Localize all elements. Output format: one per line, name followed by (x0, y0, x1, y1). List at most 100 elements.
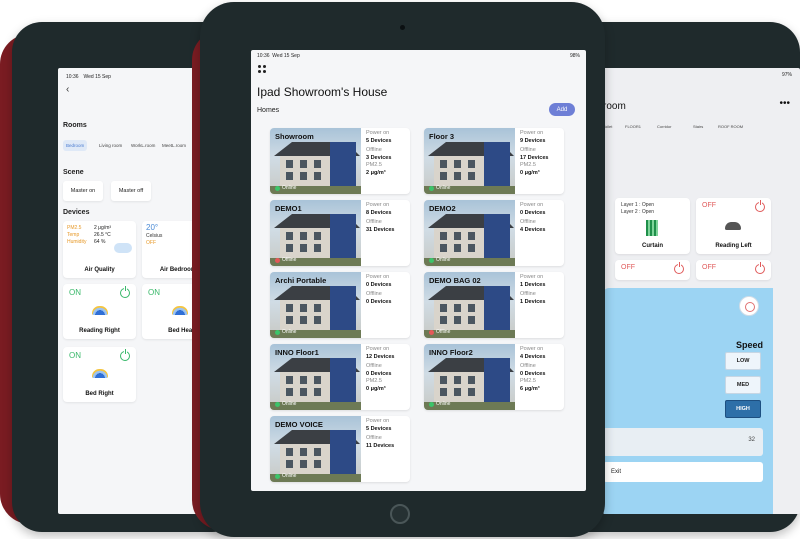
value-bar[interactable]: 32 (603, 428, 763, 456)
room-tab-work[interactable]: WorkL.room (128, 140, 158, 151)
house-image: DEMO1 Offline (270, 200, 361, 266)
air-bedroom-unit: Celsius (146, 233, 163, 239)
pm-label: PM2.5 (366, 378, 382, 384)
home-offline-value: 0 Devices (366, 371, 392, 377)
home-card[interactable]: DEMO VOICE Online Power on 5 Devices Off… (270, 416, 410, 482)
room-tab-bedroom[interactable]: Bedroom (63, 140, 88, 151)
bed-right-card[interactable]: ON Bed Right (63, 347, 136, 402)
room-tab-roof-room[interactable]: ROOF ROOM (718, 124, 743, 129)
home-power-value: 1 Devices (520, 282, 546, 288)
home-card[interactable]: Archi Portable Online Power on 0 Devices… (270, 272, 410, 338)
home-name: DEMO2 (429, 204, 456, 213)
home-card[interactable]: INNO Floor1 Online Power on 12 Devices O… (270, 344, 410, 410)
air-bedroom-temp: 20° (146, 223, 159, 232)
home-card[interactable]: INNO Floor2 Online Power on 4 Devices Of… (424, 344, 564, 410)
device-card-off-b[interactable]: OFF (696, 260, 771, 280)
home-card[interactable]: DEMO1 Offline Power on 8 Devices Offline… (270, 200, 410, 266)
grid-menu-icon[interactable] (258, 65, 267, 74)
home-name: DEMO VOICE (275, 420, 323, 429)
offline-label: Offline (366, 291, 382, 297)
air-quality-card[interactable]: PM2.5 Temp Humidity 2 μg/m³ 26.5 °C 64 %… (63, 221, 136, 278)
house-image: Floor 3 Online (424, 128, 515, 194)
speed-high-button[interactable]: HIGH (725, 400, 761, 418)
aq-pm-value: 2 μg/m³ (94, 225, 112, 231)
page-title: Ipad Showroom's House (257, 85, 388, 99)
offline-label: Offline (520, 363, 536, 369)
value-readout: 32 (748, 437, 755, 443)
power-icon[interactable] (120, 349, 130, 361)
home-button[interactable] (390, 504, 410, 524)
scene-master-off-button[interactable]: Master off (111, 181, 151, 201)
status-dot-icon (429, 185, 434, 191)
room-tab-living[interactable]: Living room (96, 140, 125, 151)
status-dot-icon (275, 473, 280, 479)
home-pm-value: 6 μg/m³ (520, 386, 540, 392)
device-off-b-state: OFF (702, 264, 716, 271)
reading-right-name: Reading Right (79, 328, 120, 334)
center-screen: 10:36 Wed 15 Sep 98% Ipad Showroom's Hou… (251, 50, 586, 491)
left-date: Wed 15 Sep (83, 74, 111, 80)
center-battery: 98% (569, 53, 580, 59)
panel-power-icon[interactable] (739, 296, 759, 316)
aq-pm-label: PM2.5 (67, 225, 82, 231)
home-stats: Power on 8 Devices Offline 31 Devices (366, 202, 408, 234)
home-stats: Power on 5 Devices Offline 11 Devices (366, 418, 408, 450)
center-status-bar: 10:36 Wed 15 Sep 98% (251, 50, 586, 62)
power-icon[interactable] (755, 200, 765, 212)
room-tab-stairs[interactable]: Stairs (693, 124, 703, 129)
home-name: INNO Floor2 (429, 348, 473, 357)
pm-label: PM2.5 (520, 162, 536, 168)
home-card[interactable]: DEMO BAG 02 Offline Power on 1 Devices O… (424, 272, 564, 338)
house-image: INNO Floor1 Online (270, 344, 361, 410)
reading-left-state: OFF (702, 202, 716, 209)
lamp-icon (172, 306, 188, 315)
home-card[interactable]: Floor 3 Online Power on 9 Devices Offlin… (424, 128, 564, 194)
home-power-value: 9 Devices (520, 138, 546, 144)
power-icon[interactable] (755, 262, 765, 274)
home-status-text: Online (436, 401, 451, 407)
home-name: Archi Portable (275, 276, 327, 285)
aq-temp-value: 26.5 °C (94, 232, 111, 238)
more-menu-icon[interactable]: ••• (779, 98, 790, 109)
scene-master-on-button[interactable]: Master on (63, 181, 103, 201)
reading-left-name: Reading Left (715, 243, 752, 249)
add-home-button[interactable]: Add (549, 103, 575, 116)
status-dot-icon (275, 329, 280, 335)
home-offline-value: 0 Devices (366, 299, 392, 305)
aq-labels: PM2.5 Temp Humidity (67, 225, 86, 246)
home-power-value: 5 Devices (366, 138, 392, 144)
reading-right-card[interactable]: ON Reading Right (63, 284, 136, 339)
home-card[interactable]: DEMO2 Online Power on 0 Devices Offline … (424, 200, 564, 266)
cloud-icon (114, 243, 132, 253)
offline-label: Offline (366, 435, 382, 441)
curtain-layers: Layer 1 : Open Layer 2 : Open (621, 202, 654, 216)
home-card[interactable]: Showroom Online Power on 5 Devices Offli… (270, 128, 410, 194)
home-offline-value: 4 Devices (520, 227, 546, 233)
offline-label: Offline (520, 219, 536, 225)
home-status-text: Online (436, 257, 451, 263)
room-tab-meet[interactable]: MeetL.room (159, 140, 189, 151)
bed-right-state: ON (69, 351, 81, 360)
speed-low-button[interactable]: LOW (725, 352, 761, 370)
bed-head-state: ON (148, 288, 160, 297)
power-icon[interactable] (674, 262, 684, 274)
speed-med-button[interactable]: MED (725, 376, 761, 394)
back-icon[interactable]: ‹ (66, 84, 69, 95)
offline-label: Offline (520, 291, 536, 297)
power-icon[interactable] (120, 286, 130, 298)
devices-label: Devices (63, 209, 90, 216)
home-power-value: 5 Devices (366, 426, 392, 432)
room-tab-floor1[interactable]: FLOOR1 (625, 124, 641, 129)
device-card-off-a[interactable]: OFF (615, 260, 690, 280)
right-status-bar: 97% (781, 72, 792, 78)
power-on-label: Power on (366, 202, 390, 208)
reading-left-card[interactable]: OFF Reading Left (696, 198, 771, 254)
room-tab-corridor[interactable]: Corridor (657, 124, 671, 129)
curtain-layer2: Layer 2 : Open (621, 209, 655, 215)
curtain-icon (646, 220, 658, 236)
exit-button[interactable]: Exit (603, 462, 763, 482)
curtain-card[interactable]: Layer 1 : Open Layer 2 : Open Curtain (615, 198, 690, 254)
home-status-text: Online (282, 401, 297, 407)
house-image: INNO Floor2 Online (424, 344, 515, 410)
homes-label: Homes (257, 107, 280, 114)
